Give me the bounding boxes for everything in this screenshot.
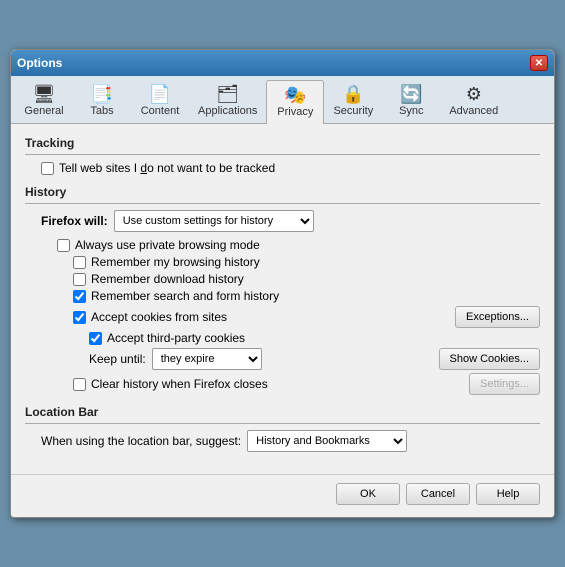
content-panel: Tracking Tell web sites I do not want to…: [11, 124, 554, 474]
tabs-icon: 📑: [91, 85, 113, 103]
applications-icon: 🗂: [216, 85, 239, 103]
tab-applications-label: Applications: [198, 105, 257, 117]
ok-button[interactable]: OK: [336, 483, 400, 505]
tab-applications[interactable]: 🗂 Applications: [189, 80, 266, 123]
tracking-section: Tracking Tell web sites I do not want to…: [25, 136, 540, 175]
sync-icon: 🔄: [400, 85, 422, 103]
settings-button[interactable]: Settings...: [469, 373, 540, 395]
history-select[interactable]: Use custom settings for history Remember…: [114, 210, 314, 232]
tab-security-label: Security: [333, 105, 373, 117]
cancel-button[interactable]: Cancel: [406, 483, 470, 505]
tracking-checkbox[interactable]: [41, 162, 54, 175]
options-window: Options ✕ 🖥 General 📑 Tabs 📄 Content 🗂 A…: [10, 49, 555, 518]
tab-general[interactable]: 🖥 General: [15, 80, 73, 123]
tabs-bar: 🖥 General 📑 Tabs 📄 Content 🗂 Application…: [11, 76, 554, 124]
history-title: History: [25, 185, 540, 199]
history-will-row: Firefox will: Use custom settings for hi…: [25, 210, 540, 232]
keep-until-select[interactable]: they expire I close Firefox ask me every…: [152, 348, 262, 370]
accept-third-party-checkbox[interactable]: [89, 332, 102, 345]
tab-general-label: General: [24, 105, 63, 117]
help-button[interactable]: Help: [476, 483, 540, 505]
remember-download-row: Remember download history: [25, 272, 540, 286]
keep-until-row: Keep until: they expire I close Firefox …: [25, 348, 540, 370]
content-icon: 📄: [149, 85, 171, 103]
footer: OK Cancel Help: [11, 474, 554, 517]
remember-search-row: Remember search and form history: [25, 289, 540, 303]
close-button[interactable]: ✕: [530, 55, 548, 71]
tab-sync[interactable]: 🔄 Sync: [382, 80, 440, 123]
remember-download-checkbox[interactable]: [73, 273, 86, 286]
accept-cookies-label: Accept cookies from sites: [91, 310, 227, 324]
accept-third-party-row: Accept third-party cookies: [25, 331, 540, 345]
tab-security[interactable]: 🔒 Security: [324, 80, 382, 123]
remember-search-checkbox[interactable]: [73, 290, 86, 303]
tab-advanced-label: Advanced: [449, 105, 498, 117]
general-icon: 🖥: [33, 85, 56, 103]
always-private-row: Always use private browsing mode: [25, 238, 540, 252]
tab-content[interactable]: 📄 Content: [131, 80, 189, 123]
tab-sync-label: Sync: [399, 105, 423, 117]
tab-privacy-label: Privacy: [277, 106, 313, 118]
tab-content-label: Content: [141, 105, 180, 117]
location-bar-label: When using the location bar, suggest:: [41, 434, 241, 448]
clear-history-row: Clear history when Firefox closes Settin…: [25, 373, 540, 395]
remember-download-label: Remember download history: [91, 272, 244, 286]
remember-browsing-row: Remember my browsing history: [25, 255, 540, 269]
show-cookies-button[interactable]: Show Cookies...: [439, 348, 540, 370]
clear-history-checkbox[interactable]: [73, 378, 86, 391]
security-icon: 🔒: [342, 85, 364, 103]
tracking-title: Tracking: [25, 136, 540, 150]
tracking-checkbox-row: Tell web sites I do not want to be track…: [25, 161, 540, 175]
title-bar: Options ✕: [11, 50, 554, 76]
accept-third-party-label: Accept third-party cookies: [107, 331, 245, 345]
location-bar-title: Location Bar: [25, 405, 540, 419]
tab-tabs[interactable]: 📑 Tabs: [73, 80, 131, 123]
clear-history-label: Clear history when Firefox closes: [91, 377, 268, 391]
history-section: History Firefox will: Use custom setting…: [25, 185, 540, 395]
firefox-will-label: Firefox will:: [41, 214, 108, 228]
location-bar-row: When using the location bar, suggest: Hi…: [25, 430, 540, 452]
accept-cookies-checkbox[interactable]: [73, 311, 86, 324]
location-bar-section: Location Bar When using the location bar…: [25, 405, 540, 452]
location-bar-suggest-select[interactable]: History and Bookmarks History Bookmarks …: [247, 430, 407, 452]
remember-browsing-label: Remember my browsing history: [91, 255, 260, 269]
always-private-checkbox[interactable]: [57, 239, 70, 252]
exceptions-button[interactable]: Exceptions...: [455, 306, 540, 328]
keep-until-label: Keep until:: [89, 352, 146, 366]
accept-cookies-row: Accept cookies from sites Exceptions...: [25, 306, 540, 328]
tab-privacy[interactable]: 🎭 Privacy: [266, 80, 324, 124]
clear-history-checkbox-row: Clear history when Firefox closes: [73, 377, 268, 391]
tab-tabs-label: Tabs: [90, 105, 113, 117]
window-title: Options: [17, 56, 62, 70]
privacy-icon: 🎭: [284, 86, 306, 104]
tab-advanced[interactable]: ⚙ Advanced: [440, 80, 507, 123]
keep-until-left: Keep until: they expire I close Firefox …: [89, 348, 262, 370]
always-private-label: Always use private browsing mode: [75, 238, 260, 252]
remember-browsing-checkbox[interactable]: [73, 256, 86, 269]
remember-search-label: Remember search and form history: [91, 289, 279, 303]
window-controls: ✕: [530, 55, 548, 71]
accept-cookies-checkbox-row: Accept cookies from sites: [73, 310, 227, 324]
advanced-icon: ⚙: [466, 85, 482, 103]
tracking-label: Tell web sites I do not want to be track…: [59, 161, 275, 175]
